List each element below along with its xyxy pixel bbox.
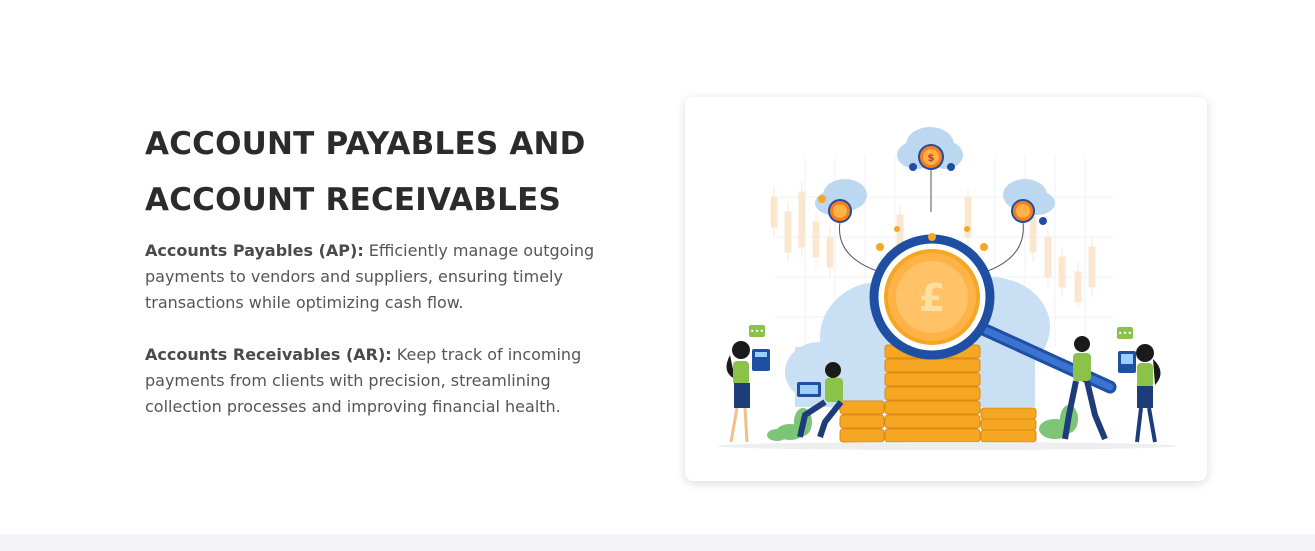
svg-text:$: $ <box>928 153 935 164</box>
title-line-2: ACCOUNT RECEIVABLES <box>145 182 561 218</box>
payables-label: Accounts Payables (AP): <box>145 241 364 260</box>
next-section-strip <box>0 534 1315 551</box>
text-column: ACCOUNT PAYABLES AND ACCOUNT RECEIVABLES… <box>145 116 635 420</box>
finance-illustration: $ £ ••• ••• <box>717 127 1177 450</box>
payables-paragraph: Accounts Payables (AP): Efficiently mana… <box>145 238 625 316</box>
cloud-coin-left <box>815 179 881 273</box>
illustration-card: $ £ ••• ••• <box>685 97 1207 481</box>
svg-text:•••: ••• <box>750 327 764 336</box>
title-line-1: ACCOUNT PAYABLES AND <box>145 126 586 162</box>
svg-text:£: £ <box>919 276 945 320</box>
cloud-coin-top: $ <box>897 127 963 212</box>
ground-shadow <box>717 442 1177 450</box>
person-right-with-tablet: ••• <box>1117 327 1161 443</box>
person-left-with-calculator: ••• <box>726 325 770 443</box>
receivables-paragraph: Accounts Receivables (AR): Keep track of… <box>145 342 625 420</box>
content-section: ACCOUNT PAYABLES AND ACCOUNT RECEIVABLES… <box>0 0 1315 534</box>
svg-text:•••: ••• <box>1118 329 1132 338</box>
page-title: ACCOUNT PAYABLES AND ACCOUNT RECEIVABLES <box>145 116 635 228</box>
receivables-label: Accounts Receivables (AR): <box>145 345 392 364</box>
